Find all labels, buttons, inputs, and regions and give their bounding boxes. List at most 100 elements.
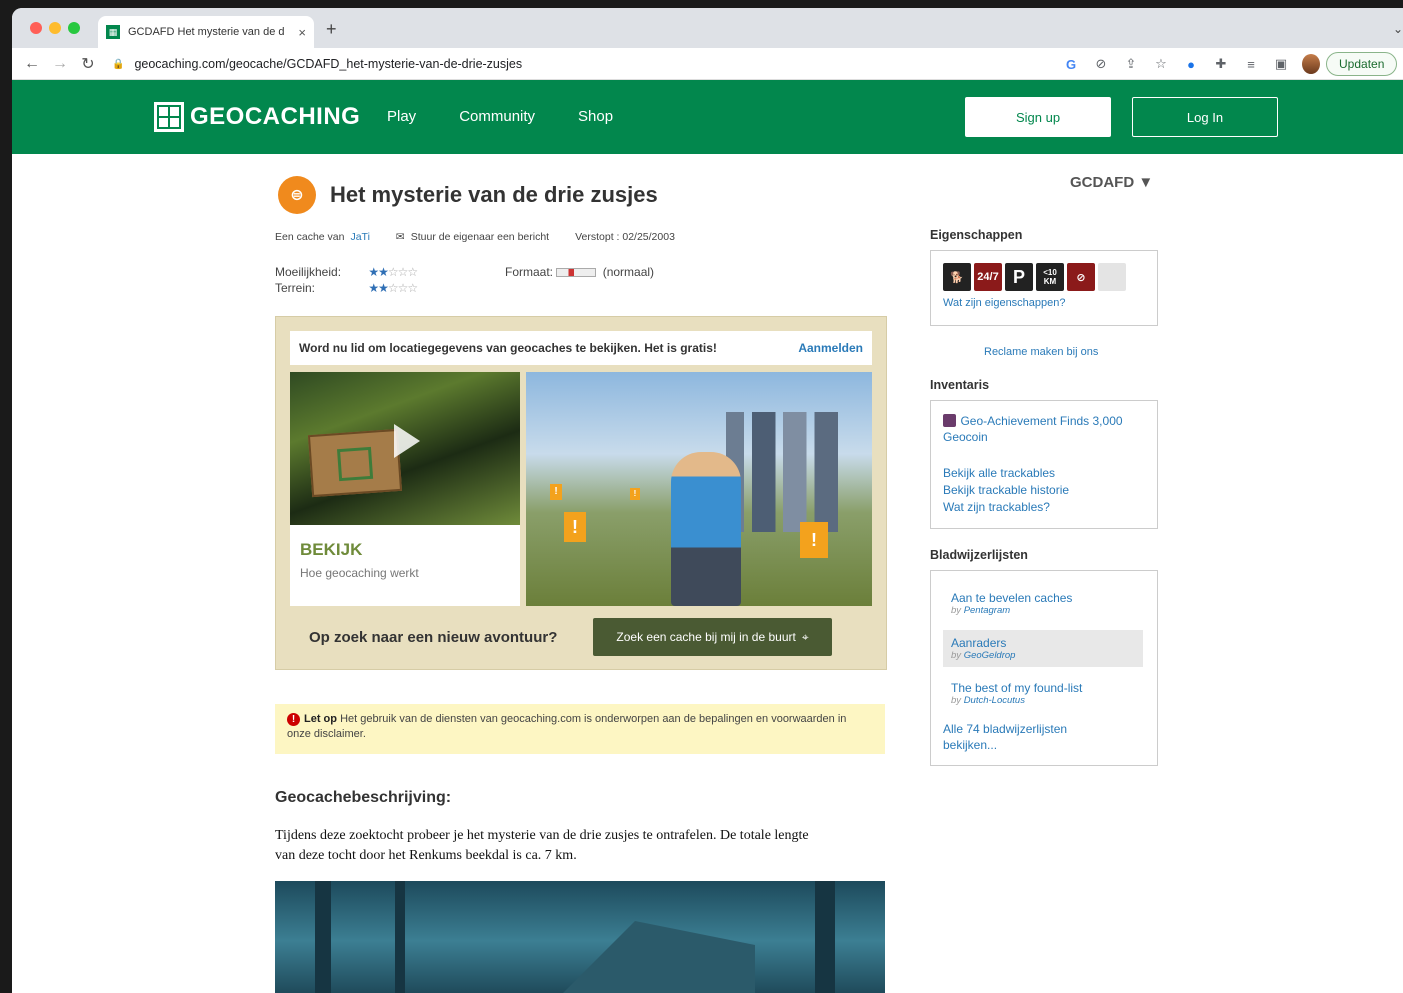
back-arrow-icon[interactable]: ← (18, 55, 46, 73)
all-bookmarks-link[interactable]: Alle 74 bladwijzerlijsten bekijken... (943, 721, 1093, 753)
geocaching-logo[interactable]: GEOCACHING (154, 102, 360, 132)
message-owner-link[interactable]: Stuur de eigenaar een bericht (411, 231, 549, 243)
advertise-link[interactable]: Reclame maken bij ons (984, 346, 1098, 358)
bookmark-star-icon[interactable]: ☆ (1152, 56, 1170, 72)
what-are-trackables-link[interactable]: Wat zijn trackables? (943, 499, 1069, 516)
log-in-button[interactable]: Log In (1132, 97, 1278, 137)
promo-message: Word nu lid om locatiegegevens van geoca… (299, 341, 717, 355)
bookmark-list-item[interactable]: The best of my found-list by Dutch-Locut… (943, 675, 1143, 712)
all-trackables-link[interactable]: Bekijk alle trackables (943, 465, 1069, 482)
watch-subtitle: Hoe geocaching werkt (300, 566, 419, 580)
url-text: geocaching.com/geocache/GCDAFD_het-myste… (134, 57, 523, 71)
url-field[interactable]: 🔒 geocaching.com/geocache/GCDAFD_het-mys… (112, 53, 1072, 75)
under-10km-icon[interactable]: <10 KM (1036, 263, 1064, 291)
dog-icon[interactable]: 🐕 (943, 263, 971, 291)
trackable-links: Bekijk alle trackables Bekijk trackable … (943, 465, 1069, 516)
notice-bold: Let op (304, 713, 337, 725)
watch-title: BEKIJK (300, 540, 363, 559)
geocaching-logo-icon (154, 102, 184, 132)
no-campfire-icon[interactable]: ⊘ (1067, 263, 1095, 291)
reading-list-icon[interactable]: ≡ (1242, 57, 1260, 72)
join-link[interactable]: Aanmelden (798, 341, 863, 355)
play-icon[interactable] (394, 424, 420, 458)
video-card[interactable]: BEKIJK Hoe geocaching werkt (290, 372, 520, 606)
bookmark-owner-link[interactable]: Dutch-Locutus (964, 695, 1025, 706)
tab-strip: ▦ GCDAFD Het mysterie van de d × + ⌄ (12, 8, 1403, 48)
tab-search-chevron-icon[interactable]: ⌄ (1393, 22, 1403, 36)
warning-icon: ! (287, 713, 300, 726)
trackable-history-link[interactable]: Bekijk trackable historie (943, 482, 1069, 499)
parking-icon[interactable]: P (1005, 263, 1033, 291)
minimize-window-button[interactable] (49, 22, 61, 34)
terrain-label: Terrein: (275, 281, 316, 295)
bookmark-owner: by GeoGeldrop (951, 650, 1135, 661)
bookmark-owner-link[interactable]: GeoGeldrop (964, 650, 1016, 661)
cache-meta: Een cache van JaTi ✉ Stuur de eigenaar e… (275, 231, 675, 243)
browser-tab[interactable]: ▦ GCDAFD Het mysterie van de d × (98, 16, 314, 48)
attributes-heading: Eigenschappen (930, 228, 1023, 242)
inventory-box: Geo-Achievement Finds 3,000 Geocoin Beki… (930, 400, 1158, 529)
bookmark-owner-link[interactable]: Pentagram (964, 605, 1010, 616)
update-button[interactable]: Updaten (1326, 52, 1398, 76)
nav-play[interactable]: Play (387, 108, 416, 125)
share-icon[interactable]: ⇪ (1122, 56, 1140, 72)
bookmark-name[interactable]: The best of my found-list (951, 681, 1135, 695)
forest-house-image (275, 881, 885, 993)
lock-icon: 🔒 (112, 58, 125, 70)
nav-shop[interactable]: Shop (578, 108, 613, 125)
size-indicator (556, 268, 597, 278)
bookmark-by: by (951, 650, 962, 661)
difficulty-stars: ★★☆☆☆ (368, 265, 418, 279)
extension-icons: G ⊘ ⇪ ☆ ● ✚ ≡ ▣ (1062, 54, 1320, 74)
forward-arrow-icon[interactable]: → (46, 55, 74, 73)
membership-promo: Word nu lid om locatiegegevens van geoca… (275, 316, 887, 670)
bookmark-name[interactable]: Aan te bevelen caches (951, 591, 1135, 605)
blank-attribute-icon (1098, 263, 1126, 291)
exclamation-pin-icon: ! (564, 512, 586, 542)
side-panel-icon[interactable]: ▣ (1272, 56, 1290, 72)
new-tab-button[interactable]: + (326, 19, 337, 40)
cache-title: Het mysterie van de drie zusjes (330, 182, 658, 207)
bookmark-list-item[interactable]: Aan te bevelen caches by Pentagram (943, 585, 1143, 622)
exclamation-pin-icon: ! (800, 522, 828, 558)
drop-icon[interactable]: ● (1182, 57, 1200, 72)
video-thumbnail[interactable] (290, 372, 520, 525)
hiker-city-image: ! ! ! ! (526, 372, 872, 606)
bookmarks-box: Aan te bevelen caches by Pentagram Aanra… (930, 570, 1158, 766)
description-heading: Geocachebeschrijving: (275, 789, 452, 806)
google-icon[interactable]: G (1062, 57, 1080, 72)
geocaching-favicon-icon: ▦ (106, 25, 120, 39)
sign-up-button[interactable]: Sign up (965, 97, 1111, 137)
size-label: Formaat: (505, 265, 554, 279)
exclamation-pin-icon: ! (630, 488, 640, 500)
address-bar: ← → ↻ 🔒 geocaching.com/geocache/GCDAFD_h… (12, 48, 1403, 80)
find-nearby-label: Zoek een cache bij mij in de buurt (616, 630, 796, 644)
bookmark-by: by (951, 605, 962, 616)
gc-code-dropdown[interactable]: GCDAFD ▼ (1070, 174, 1153, 191)
eye-off-icon[interactable]: ⊘ (1092, 56, 1110, 72)
difficulty-label: Moeilijkheid: (275, 265, 342, 279)
size-row: Formaat: (normaal) (505, 265, 654, 279)
owner-link[interactable]: JaTi (350, 231, 369, 243)
envelope-icon: ✉ (395, 231, 405, 243)
inventory-item-link[interactable]: Geo-Achievement Finds 3,000 Geocoin (943, 414, 1123, 444)
house-silhouette (555, 921, 755, 993)
tree-trunk (815, 881, 835, 993)
what-are-attributes-link[interactable]: Wat zijn eigenschappen? (943, 297, 1066, 309)
tab-close-icon[interactable]: × (298, 25, 306, 40)
bookmark-list-item[interactable]: Aanraders by GeoGeldrop (943, 630, 1143, 667)
inventory-item[interactable]: Geo-Achievement Finds 3,000 Geocoin (943, 413, 1148, 445)
bookmark-name[interactable]: Aanraders (951, 636, 1135, 650)
close-window-button[interactable] (30, 22, 42, 34)
find-nearby-cache-button[interactable]: Zoek een cache bij mij in de buurt ⌖ (593, 618, 832, 656)
maximize-window-button[interactable] (68, 22, 80, 34)
terrain-stars: ★★☆☆☆ (368, 281, 418, 295)
nav-community[interactable]: Community (459, 108, 535, 125)
24-7-icon[interactable]: 24/7 (974, 263, 1002, 291)
profile-avatar[interactable] (1302, 54, 1320, 74)
tree-trunk (395, 881, 405, 993)
extensions-puzzle-icon[interactable]: ✚ (1212, 56, 1230, 72)
tab-title: GCDAFD Het mysterie van de d (128, 26, 285, 38)
reload-icon[interactable]: ↻ (74, 54, 102, 74)
cache-sign-image (307, 428, 403, 498)
